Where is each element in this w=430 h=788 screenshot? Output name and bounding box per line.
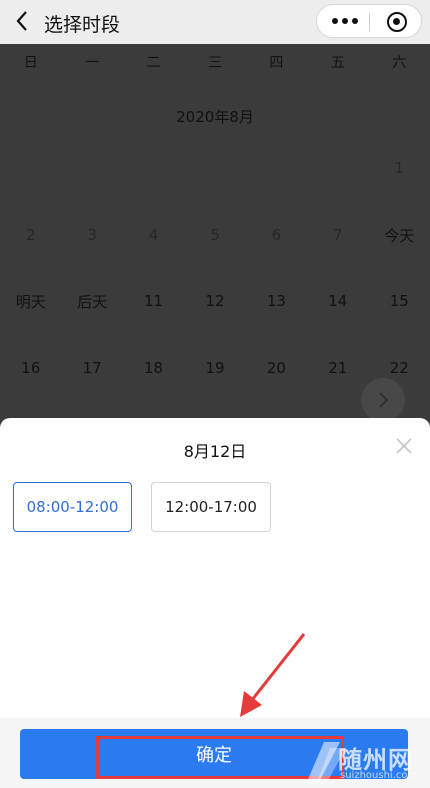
watermark-site: suizhoushi.com xyxy=(340,770,418,781)
arrow-annotation-icon xyxy=(240,633,306,717)
watermark-logo: 随州网 suizhoushi.com xyxy=(306,740,430,784)
